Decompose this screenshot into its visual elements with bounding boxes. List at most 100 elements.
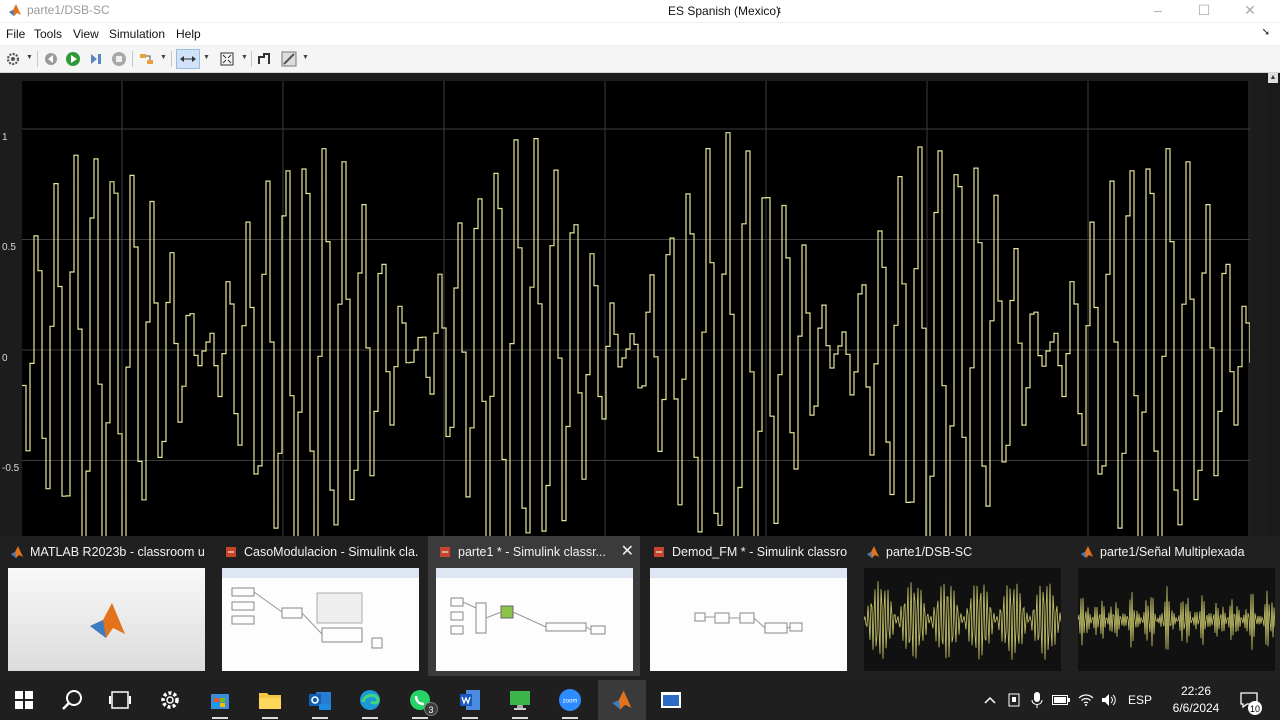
battery-icon[interactable] [1049, 680, 1073, 720]
toolbar: ▼ ▼ ▼ ▼ ▼ [0, 46, 1280, 73]
task-thumb-title: MATLAB R2023b - classroom u... [30, 545, 205, 559]
notification-count: 10 [1248, 701, 1262, 715]
simulink-icon [226, 547, 236, 557]
y-tick-label: 1 [2, 132, 8, 143]
edit-style-icon[interactable] [279, 49, 299, 69]
chevron-down-icon[interactable]: ▼ [302, 54, 309, 61]
highlight-icon[interactable] [137, 49, 157, 69]
task-thumb-title: Demod_FM * - Simulink classro... [672, 545, 847, 559]
updown-arrow-icon: ↕ [777, 5, 782, 16]
step-back-icon[interactable] [41, 49, 61, 69]
edge-icon[interactable] [346, 680, 394, 720]
outlook-icon[interactable] [296, 680, 344, 720]
matlab-logo-icon [90, 603, 125, 638]
undock-icon[interactable]: ➘ [1262, 27, 1270, 38]
file-explorer-icon[interactable] [246, 680, 294, 720]
separator [251, 51, 252, 67]
store-icon[interactable] [196, 680, 244, 720]
task-thumb-demod-fm[interactable]: Demod_FM * - Simulink classro... [642, 536, 854, 676]
windows-start-icon[interactable] [0, 680, 48, 720]
language-selector[interactable]: ES Spanish (Mexico) ↕ [660, 2, 786, 20]
scope-plot-area[interactable] [22, 81, 1250, 536]
wifi-icon[interactable] [1075, 680, 1097, 720]
matlab-logo-icon [9, 4, 21, 16]
window-icon[interactable] [647, 680, 695, 720]
menu-file[interactable]: File [6, 27, 25, 41]
separator [171, 51, 172, 67]
window-title: parte1/DSB-SC [27, 3, 110, 17]
preview-simulink-model [650, 568, 847, 671]
volume-icon[interactable] [1098, 680, 1120, 720]
word-icon[interactable] [446, 680, 494, 720]
separator [37, 51, 38, 67]
whatsapp-icon[interactable]: 3 [396, 680, 444, 720]
task-switcher: MATLAB R2023b - classroom u... CasoModul… [0, 536, 1280, 680]
preview-simulink-model [436, 568, 633, 671]
gear-icon[interactable] [3, 49, 23, 69]
zoom-icon[interactable]: zoom [546, 680, 594, 720]
device-icon[interactable] [1003, 680, 1025, 720]
separator [132, 51, 133, 67]
minimize-button[interactable]: – [1135, 0, 1181, 22]
preview-simulink-model [222, 568, 419, 671]
matlab-icon[interactable] [598, 680, 646, 720]
menu-simulation[interactable]: Simulation [109, 27, 165, 41]
cursor-measure-icon[interactable] [254, 49, 274, 69]
simulink-icon [654, 547, 664, 557]
matlab-icon [867, 546, 879, 558]
task-thumb-casomodulacion[interactable]: CasoModulacion - Simulink cla... [214, 536, 426, 676]
search-icon[interactable] [48, 680, 96, 720]
chevron-down-icon[interactable]: ▼ [203, 54, 210, 61]
scope-display: 1 0.5 0 -0.5 ▲ [0, 73, 1280, 536]
thumbnail-trace [1078, 586, 1275, 650]
title-bar: parte1/DSB-SC ES Spanish (Mexico) ↕ – ☐ ✕ [0, 0, 1280, 22]
task-thumb-title: parte1 * - Simulink classr... [458, 545, 606, 559]
y-tick-label: -0.5 [2, 463, 20, 474]
menu-bar: File Tools View Simulation Help ➘ [0, 23, 1280, 45]
language-label: ES Spanish (Mexico) [668, 4, 781, 18]
task-thumb-matlab[interactable]: MATLAB R2023b - classroom u... [0, 536, 212, 676]
zoom-axes-icon[interactable] [176, 49, 200, 69]
clock-date: 6/6/2024 [1172, 701, 1220, 715]
maximize-button[interactable]: ☐ [1181, 0, 1227, 22]
clock[interactable]: 22:26 6/6/2024 [1160, 683, 1232, 717]
menu-view[interactable]: View [73, 27, 99, 41]
svg-text:zoom: zoom [563, 699, 578, 705]
remote-desktop-icon[interactable] [496, 680, 544, 720]
preview-scope-dsb-sc [864, 568, 1061, 671]
menu-help[interactable]: Help [176, 27, 201, 41]
preview-matlab [8, 568, 205, 671]
task-thumb-dsb-sc[interactable]: parte1/DSB-SC [856, 536, 1068, 676]
task-thumb-title: CasoModulacion - Simulink cla... [244, 545, 419, 559]
run-icon[interactable] [63, 49, 83, 69]
task-thumb-parte1[interactable]: parte1 * - Simulink classr... ✕ [428, 536, 640, 676]
scope-scrollbar[interactable]: ▲ [1266, 73, 1280, 536]
task-view-icon[interactable] [96, 680, 144, 720]
matlab-icon [1081, 546, 1093, 558]
scroll-up-arrow-icon[interactable]: ▲ [1268, 73, 1278, 83]
whatsapp-badge: 3 [424, 702, 438, 716]
task-thumb-title: parte1/DSB-SC [886, 545, 973, 559]
fit-to-view-icon[interactable] [217, 49, 237, 69]
thumbnail-trace [864, 581, 1061, 660]
y-tick-label: 0.5 [2, 242, 16, 253]
task-thumb-senal-multiplexada[interactable]: parte1/Señal Multiplexada [1070, 536, 1280, 676]
notification-icon[interactable]: 10 [1234, 680, 1264, 720]
scope-chart [22, 81, 1250, 536]
menu-tools[interactable]: Tools [34, 27, 62, 41]
stop-icon[interactable] [109, 49, 129, 69]
input-language[interactable]: ESP [1128, 693, 1152, 707]
settings-icon[interactable] [146, 680, 194, 720]
microphone-icon[interactable] [1026, 680, 1048, 720]
close-button[interactable]: ✕ [1227, 0, 1273, 22]
chevron-down-icon[interactable]: ▼ [241, 54, 248, 61]
close-icon[interactable]: ✕ [621, 541, 634, 561]
y-tick-label: 0 [2, 353, 8, 364]
step-forward-icon[interactable] [86, 49, 106, 69]
simulink-icon [440, 547, 450, 557]
chevron-down-icon[interactable]: ▼ [160, 54, 167, 61]
chevron-down-icon[interactable]: ▼ [26, 54, 33, 61]
preview-scope-multiplexada [1078, 568, 1275, 671]
chevron-up-icon[interactable] [979, 680, 1001, 720]
clock-time: 22:26 [1180, 684, 1212, 698]
